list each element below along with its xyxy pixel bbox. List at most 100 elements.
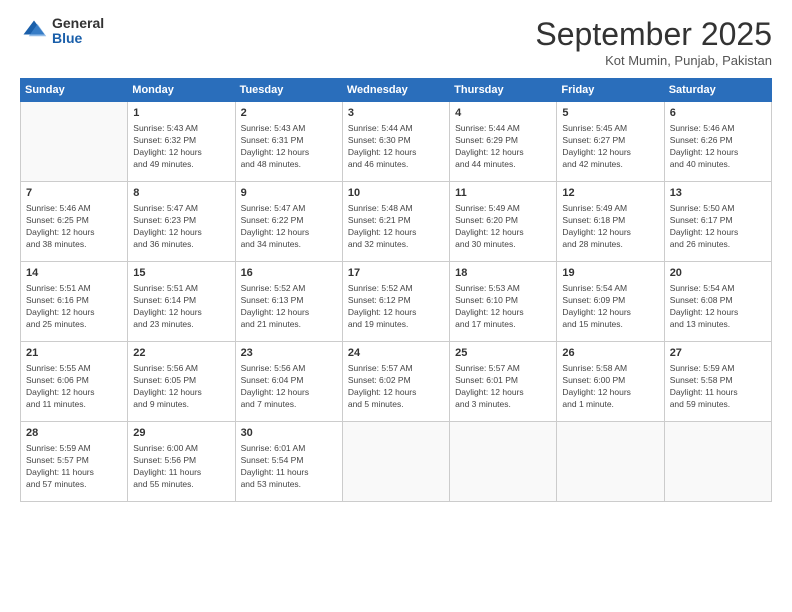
day-info: Sunrise: 5:46 AMSunset: 6:26 PMDaylight:…	[670, 123, 766, 171]
day-number: 7	[26, 186, 122, 201]
day-info: Sunrise: 5:48 AMSunset: 6:21 PMDaylight:…	[348, 203, 444, 251]
calendar-cell: 29Sunrise: 6:00 AMSunset: 5:56 PMDayligh…	[128, 422, 235, 502]
calendar-day-header: Friday	[557, 79, 664, 102]
calendar-cell: 18 Sunrise: 5:53 AMSunset: 6:10 PMDayligh…	[450, 262, 557, 342]
logo-icon	[20, 17, 48, 45]
calendar-cell: 21 Sunrise: 5:55 AMSunset: 6:06 PMDayligh…	[21, 342, 128, 422]
day-number: 19	[562, 266, 658, 281]
day-info: Sunrise: 5:57 AMSunset: 6:01 PMDaylight:…	[455, 363, 551, 411]
day-number: 22	[133, 346, 229, 361]
calendar-week-row: 7 Sunrise: 5:46 AMSunset: 6:25 PMDaylight…	[21, 182, 772, 262]
day-info: Sunrise: 5:55 AMSunset: 6:06 PMDaylight:…	[26, 363, 122, 411]
day-info: Sunrise: 5:52 AMSunset: 6:13 PMDaylight:…	[241, 283, 337, 331]
calendar-cell: 30 Sunrise: 6:01 AMSunset: 5:54 PMDayligh…	[235, 422, 342, 502]
day-number: 24	[348, 346, 444, 361]
day-number: 14	[26, 266, 122, 281]
location: Kot Mumin, Punjab, Pakistan	[535, 53, 772, 68]
logo-general-text: General	[52, 16, 104, 31]
calendar-day-header: Thursday	[450, 79, 557, 102]
day-number: 25	[455, 346, 551, 361]
day-number: 3	[348, 106, 444, 121]
day-info: Sunrise: 5:45 AMSunset: 6:27 PMDaylight:…	[562, 123, 658, 171]
day-number: 21	[26, 346, 122, 361]
calendar-cell: 5 Sunrise: 5:45 AMSunset: 6:27 PMDaylight…	[557, 102, 664, 182]
calendar-cell: 3 Sunrise: 5:44 AMSunset: 6:30 PMDaylight…	[342, 102, 449, 182]
day-info: Sunrise: 5:56 AMSunset: 6:04 PMDaylight:…	[241, 363, 337, 411]
calendar-cell: 26 Sunrise: 5:58 AMSunset: 6:00 PMDayligh…	[557, 342, 664, 422]
calendar-cell: 20Sunrise: 5:54 AMSunset: 6:08 PMDayligh…	[664, 262, 771, 342]
calendar-cell	[342, 422, 449, 502]
day-number: 28	[26, 426, 122, 441]
day-info: Sunrise: 6:01 AMSunset: 5:54 PMDaylight:…	[241, 443, 337, 491]
day-number: 2	[241, 106, 337, 121]
day-info: Sunrise: 6:00 AMSunset: 5:56 PMDaylight:…	[133, 443, 229, 491]
day-number: 15	[133, 266, 229, 281]
calendar-week-row: 14 Sunrise: 5:51 AMSunset: 6:16 PMDayligh…	[21, 262, 772, 342]
calendar-cell	[557, 422, 664, 502]
calendar-header-row: SundayMondayTuesdayWednesdayThursdayFrid…	[21, 79, 772, 102]
day-info: Sunrise: 5:51 AMSunset: 6:16 PMDaylight:…	[26, 283, 122, 331]
day-number: 11	[455, 186, 551, 201]
calendar-cell	[664, 422, 771, 502]
day-info: Sunrise: 5:44 AMSunset: 6:30 PMDaylight:…	[348, 123, 444, 171]
day-info: Sunrise: 5:49 AMSunset: 6:20 PMDaylight:…	[455, 203, 551, 251]
calendar-week-row: 1Sunrise: 5:43 AMSunset: 6:32 PMDaylight…	[21, 102, 772, 182]
day-number: 18	[455, 266, 551, 281]
day-number: 5	[562, 106, 658, 121]
calendar-cell: 27 Sunrise: 5:59 AMSunset: 5:58 PMDayligh…	[664, 342, 771, 422]
calendar-cell: 4 Sunrise: 5:44 AMSunset: 6:29 PMDaylight…	[450, 102, 557, 182]
calendar-cell: 22 Sunrise: 5:56 AMSunset: 6:05 PMDayligh…	[128, 342, 235, 422]
calendar-cell: 25 Sunrise: 5:57 AMSunset: 6:01 PMDayligh…	[450, 342, 557, 422]
day-number: 26	[562, 346, 658, 361]
calendar-cell: 28Sunrise: 5:59 AMSunset: 5:57 PMDayligh…	[21, 422, 128, 502]
day-number: 8	[133, 186, 229, 201]
day-info: Sunrise: 5:49 AMSunset: 6:18 PMDaylight:…	[562, 203, 658, 251]
day-number: 20	[670, 266, 766, 281]
calendar-cell: 13Sunrise: 5:50 AMSunset: 6:17 PMDayligh…	[664, 182, 771, 262]
calendar-cell: 15 Sunrise: 5:51 AMSunset: 6:14 PMDayligh…	[128, 262, 235, 342]
calendar-cell: 12Sunrise: 5:49 AMSunset: 6:18 PMDayligh…	[557, 182, 664, 262]
day-number: 23	[241, 346, 337, 361]
calendar-cell: 24 Sunrise: 5:57 AMSunset: 6:02 PMDayligh…	[342, 342, 449, 422]
day-info: Sunrise: 5:51 AMSunset: 6:14 PMDaylight:…	[133, 283, 229, 331]
page-header: General Blue September 2025 Kot Mumin, P…	[20, 16, 772, 68]
day-info: Sunrise: 5:57 AMSunset: 6:02 PMDaylight:…	[348, 363, 444, 411]
day-number: 17	[348, 266, 444, 281]
calendar-table: SundayMondayTuesdayWednesdayThursdayFrid…	[20, 78, 772, 502]
calendar-day-header: Wednesday	[342, 79, 449, 102]
day-info: Sunrise: 5:59 AMSunset: 5:58 PMDaylight:…	[670, 363, 766, 411]
day-number: 30	[241, 426, 337, 441]
month-title: September 2025	[535, 16, 772, 53]
calendar-cell: 23 Sunrise: 5:56 AMSunset: 6:04 PMDayligh…	[235, 342, 342, 422]
calendar-week-row: 28Sunrise: 5:59 AMSunset: 5:57 PMDayligh…	[21, 422, 772, 502]
day-info: Sunrise: 5:52 AMSunset: 6:12 PMDaylight:…	[348, 283, 444, 331]
calendar-cell: 11 Sunrise: 5:49 AMSunset: 6:20 PMDayligh…	[450, 182, 557, 262]
calendar-cell: 16 Sunrise: 5:52 AMSunset: 6:13 PMDayligh…	[235, 262, 342, 342]
calendar-cell: 19 Sunrise: 5:54 AMSunset: 6:09 PMDayligh…	[557, 262, 664, 342]
day-number: 1	[133, 106, 229, 121]
day-number: 4	[455, 106, 551, 121]
calendar-day-header: Saturday	[664, 79, 771, 102]
calendar-cell: 1Sunrise: 5:43 AMSunset: 6:32 PMDaylight…	[128, 102, 235, 182]
day-info: Sunrise: 5:44 AMSunset: 6:29 PMDaylight:…	[455, 123, 551, 171]
calendar-day-header: Sunday	[21, 79, 128, 102]
day-info: Sunrise: 5:53 AMSunset: 6:10 PMDaylight:…	[455, 283, 551, 331]
calendar-cell: 7 Sunrise: 5:46 AMSunset: 6:25 PMDaylight…	[21, 182, 128, 262]
calendar-cell: 9Sunrise: 5:47 AMSunset: 6:22 PMDaylight…	[235, 182, 342, 262]
calendar-cell: 10Sunrise: 5:48 AMSunset: 6:21 PMDayligh…	[342, 182, 449, 262]
calendar-cell: 6Sunrise: 5:46 AMSunset: 6:26 PMDaylight…	[664, 102, 771, 182]
logo-blue-text: Blue	[52, 31, 104, 46]
calendar-week-row: 21 Sunrise: 5:55 AMSunset: 6:06 PMDayligh…	[21, 342, 772, 422]
day-info: Sunrise: 5:46 AMSunset: 6:25 PMDaylight:…	[26, 203, 122, 251]
calendar-cell: 2Sunrise: 5:43 AMSunset: 6:31 PMDaylight…	[235, 102, 342, 182]
calendar-cell: 8Sunrise: 5:47 AMSunset: 6:23 PMDaylight…	[128, 182, 235, 262]
day-info: Sunrise: 5:54 AMSunset: 6:09 PMDaylight:…	[562, 283, 658, 331]
calendar-cell: 17 Sunrise: 5:52 AMSunset: 6:12 PMDayligh…	[342, 262, 449, 342]
day-number: 16	[241, 266, 337, 281]
day-number: 27	[670, 346, 766, 361]
logo: General Blue	[20, 16, 104, 47]
day-number: 9	[241, 186, 337, 201]
calendar-cell	[450, 422, 557, 502]
day-info: Sunrise: 5:58 AMSunset: 6:00 PMDaylight:…	[562, 363, 658, 411]
day-info: Sunrise: 5:56 AMSunset: 6:05 PMDaylight:…	[133, 363, 229, 411]
